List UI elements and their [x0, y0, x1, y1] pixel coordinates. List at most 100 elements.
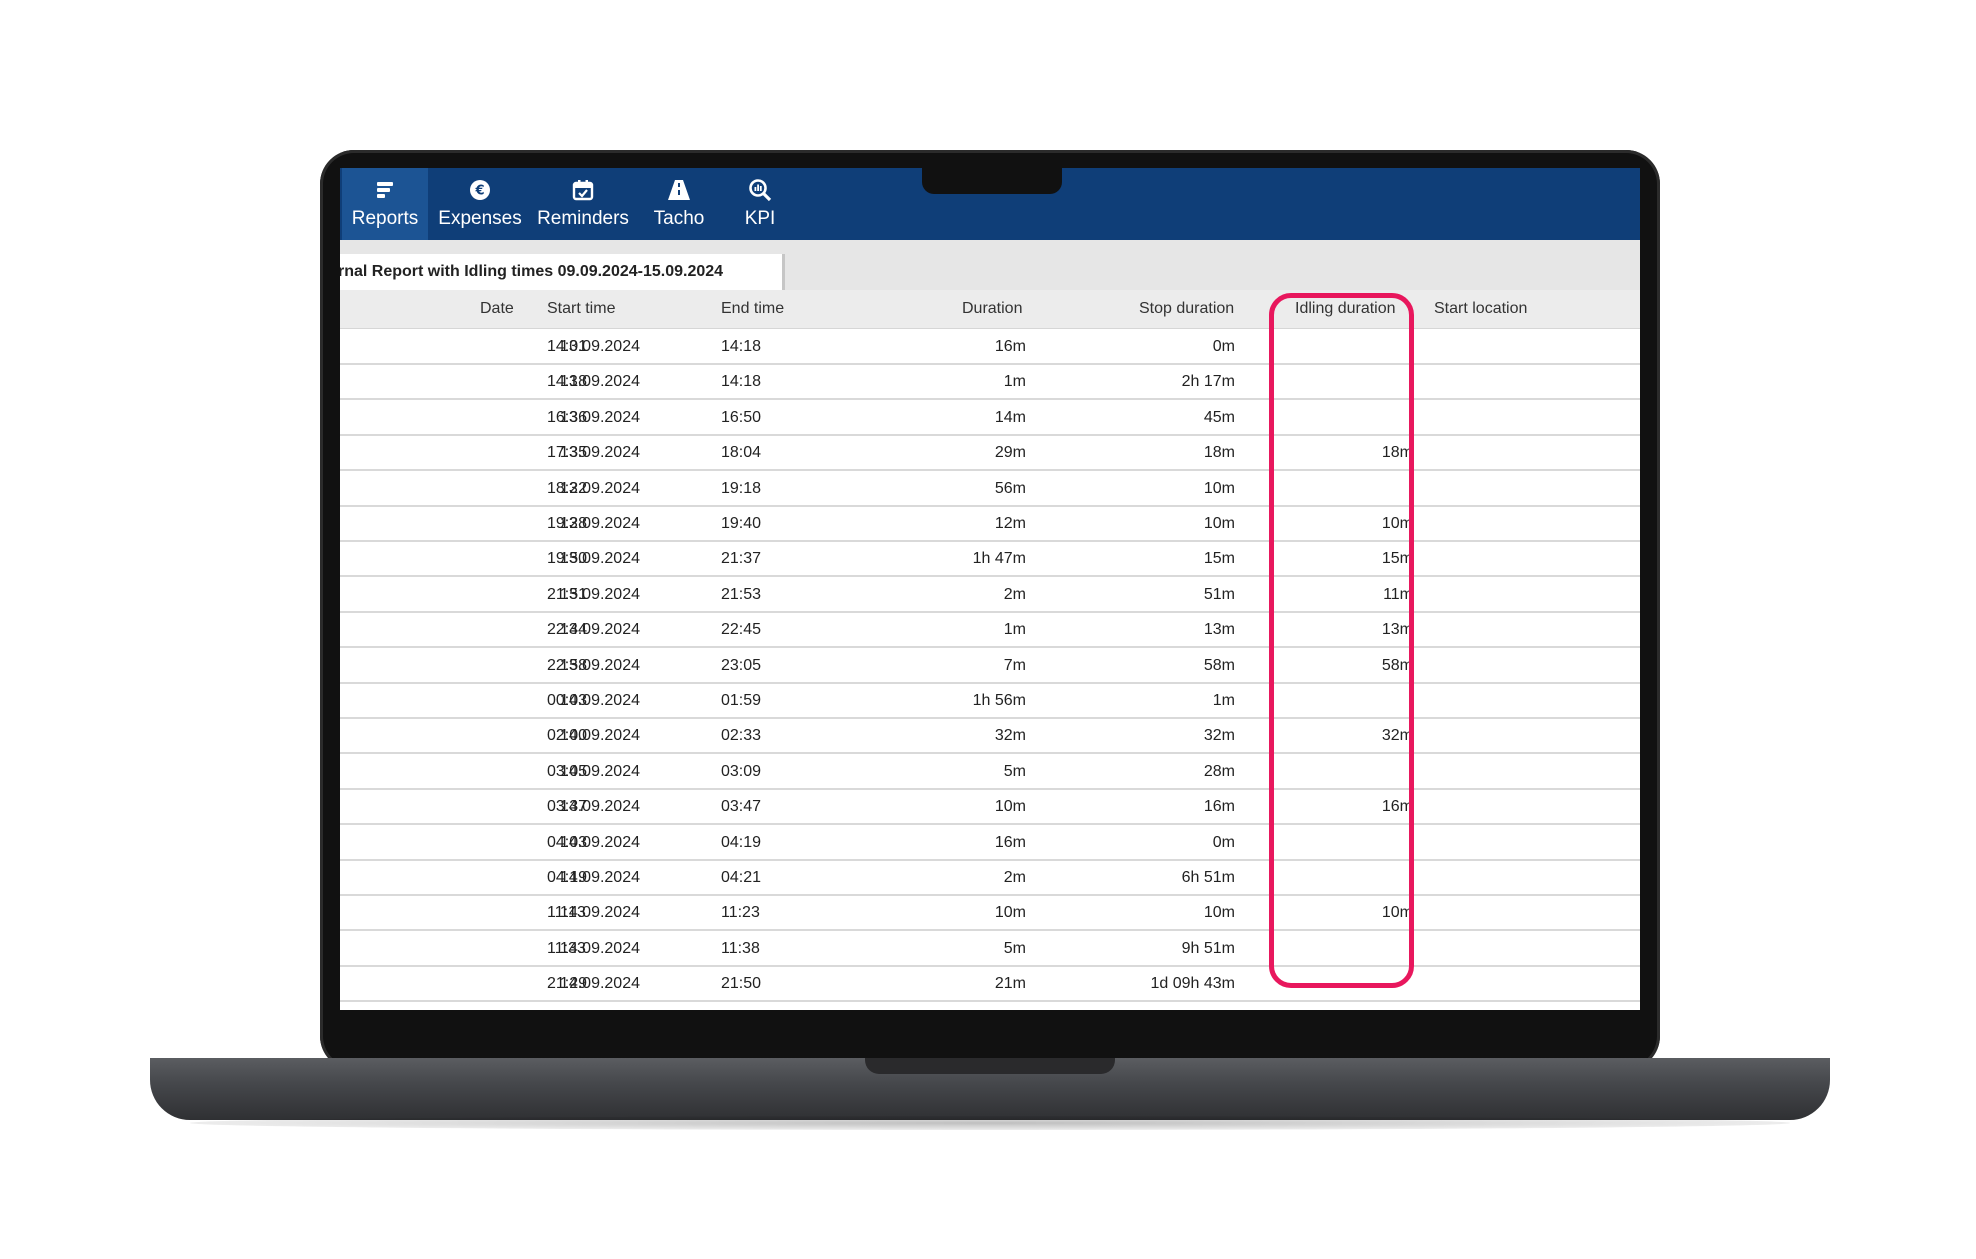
table-row[interactable]: 14.09.2024 03:05 03:09 5m 28m [340, 753, 1640, 790]
cell-stop-duration: 10m [1203, 515, 1235, 532]
column-header-stop-duration[interactable]: Stop duration [1139, 300, 1234, 318]
table-row[interactable]: 14.09.2024 04:19 04:21 2m 6h 51m [340, 859, 1640, 896]
nav-label: Expenses [438, 208, 522, 229]
table-row[interactable]: 13.09.2024 16:36 16:50 14m 45m [340, 399, 1640, 436]
cell-stop-duration: 45m [1203, 408, 1235, 426]
tab-title: rnal Report with Idling times 09.09.2024… [340, 263, 724, 280]
cell-end-time: 14:18 [721, 338, 762, 355]
laptop-screen: Reports € Expenses Reminders Tacho KPI r… [340, 168, 1640, 1010]
cell-end-time: 04:19 [721, 833, 762, 851]
cell-end-time: 22:45 [721, 621, 762, 639]
cell-duration: 21m [994, 975, 1026, 993]
cell-start-time: 22:58 [547, 656, 588, 674]
cell-start-time: 14:18 [547, 373, 588, 391]
tab-report[interactable]: rnal Report with Idling times 09.09.2024… [340, 254, 785, 290]
nav-label: Tacho [653, 208, 705, 229]
cell-stop-duration: 1d 09h 43m [1150, 975, 1235, 993]
cell-duration: 12m [994, 515, 1026, 532]
table-row[interactable]: 13.09.2024 21:51 21:53 2m 51m 11m [340, 576, 1640, 613]
cell-stop-duration: 32m [1203, 727, 1235, 745]
camera-notch [922, 168, 1062, 194]
cell-end-time: 19:18 [721, 479, 762, 497]
cell-end-time: 03:09 [721, 762, 762, 780]
column-header-start-time[interactable]: Start time [547, 300, 615, 318]
cell-duration: 1m [1003, 621, 1026, 639]
cell-end-time: 11:38 [721, 939, 760, 957]
nav-kpi[interactable]: KPI [724, 168, 796, 240]
table-row[interactable]: 13.09.2024 22:58 23:05 7m 58m 58m [340, 647, 1640, 684]
cell-duration: 2m [1003, 585, 1026, 603]
cell-start-time: 18:22 [547, 479, 588, 497]
cell-stop-duration: 2h 17m [1181, 373, 1235, 391]
table-row[interactable]: 13.09.2024 19:28 19:40 12m 10m 10m [340, 505, 1640, 542]
cell-end-time: 23:05 [721, 656, 762, 674]
cell-end-time: 18:04 [721, 444, 762, 462]
table-row[interactable]: 14.09.2024 03:37 03:47 10m 16m 16m [340, 788, 1640, 826]
tab-strip: rnal Report with Idling times 09.09.2024… [340, 240, 1640, 290]
cell-duration: 16m [994, 833, 1026, 851]
cell-stop-duration: 15m [1203, 550, 1235, 568]
nav-tacho[interactable]: Tacho [640, 168, 718, 240]
column-header-duration[interactable]: Duration [962, 300, 1022, 318]
column-header-end-time[interactable]: End time [721, 300, 784, 318]
cell-start-time: 04:03 [547, 833, 588, 851]
table-row[interactable]: 13.09.2024 19:50 21:37 1h 47m 15m 15m [340, 540, 1640, 578]
euro-coin-icon: € [468, 178, 492, 202]
laptop-base-notch [865, 1058, 1115, 1074]
nav-label: Reminders [537, 208, 629, 229]
cell-stop-duration: 28m [1203, 762, 1235, 780]
cell-duration: 29m [994, 444, 1026, 462]
cell-stop-duration: 9h 51m [1181, 939, 1235, 957]
cell-duration: 10m [994, 798, 1026, 816]
cell-stop-duration: 51m [1203, 585, 1235, 603]
laptop-shadow [190, 1116, 1790, 1130]
idling-duration-highlight [1269, 293, 1414, 988]
cell-end-time: 14:18 [721, 373, 762, 391]
calendar-check-icon [571, 178, 595, 202]
cell-end-time: 01:59 [721, 692, 762, 709]
cell-start-time: 11:13 [547, 904, 586, 922]
column-header-date[interactable]: Date [480, 300, 514, 318]
table-row[interactable]: 13.09.2024 14:18 14:18 1m 2h 17m [340, 363, 1640, 401]
cell-stop-duration: 18m [1203, 444, 1235, 462]
table-row[interactable]: 14.09.2024 21:29 21:50 21m 1d 09h 43m [340, 965, 1640, 1003]
cell-end-time: 03:47 [721, 798, 762, 816]
cell-duration: 1m [1003, 373, 1026, 391]
cell-duration: 7m [1003, 656, 1026, 674]
cell-duration: 1h 56m [972, 692, 1026, 709]
table-row[interactable]: 13.09.2024 14:01 14:18 16m 0m [340, 328, 1640, 365]
table-row[interactable]: 14.09.2024 11:33 11:38 5m 9h 51m [340, 930, 1640, 967]
cell-stop-duration: 10m [1203, 904, 1235, 922]
cell-start-time: 19:50 [547, 550, 588, 568]
table-row[interactable]: 13.09.2024 17:35 18:04 29m 18m 18m [340, 434, 1640, 472]
cell-end-time: 21:53 [721, 585, 762, 603]
cell-duration: 14m [994, 408, 1026, 426]
cell-duration: 32m [994, 727, 1026, 745]
cell-start-time: 22:44 [547, 621, 588, 639]
road-icon [667, 178, 691, 202]
column-header-start-location[interactable]: Start location [1434, 300, 1527, 318]
cell-start-time: 02:00 [547, 727, 588, 745]
table-row[interactable]: 13.09.2024 18:22 19:18 56m 10m [340, 470, 1640, 507]
table-row[interactable]: 13.09.2024 22:44 22:45 1m 13m 13m [340, 611, 1640, 649]
table-row[interactable]: 14.09.2024 11:13 11:23 10m 10m 10m [340, 894, 1640, 932]
cell-stop-duration: 1m [1212, 692, 1235, 709]
nav-reports[interactable]: Reports [342, 168, 428, 240]
nav-expenses[interactable]: € Expenses [432, 168, 528, 240]
cell-start-time: 11:33 [547, 939, 586, 957]
cell-start-time: 04:19 [547, 869, 588, 886]
cell-stop-duration: 0m [1212, 833, 1235, 851]
cell-start-time: 21:29 [547, 975, 588, 993]
cell-start-time: 21:51 [547, 585, 588, 603]
table-row[interactable]: 14.09.2024 04:03 04:19 16m 0m [340, 824, 1640, 861]
reports-icon [373, 178, 397, 202]
table-row[interactable]: 14.09.2024 00:03 01:59 1h 56m 1m [340, 682, 1640, 719]
svg-text:€: € [474, 184, 484, 199]
cell-start-time: 03:05 [547, 762, 588, 780]
cell-start-time: 03:37 [547, 798, 588, 816]
cell-end-time: 19:40 [721, 515, 762, 532]
table-row[interactable]: 14.09.2024 02:00 02:33 32m 32m 32m [340, 717, 1640, 755]
nav-reminders[interactable]: Reminders [532, 168, 634, 240]
magnifier-chart-icon [748, 178, 772, 202]
cell-end-time: 02:33 [721, 727, 762, 745]
